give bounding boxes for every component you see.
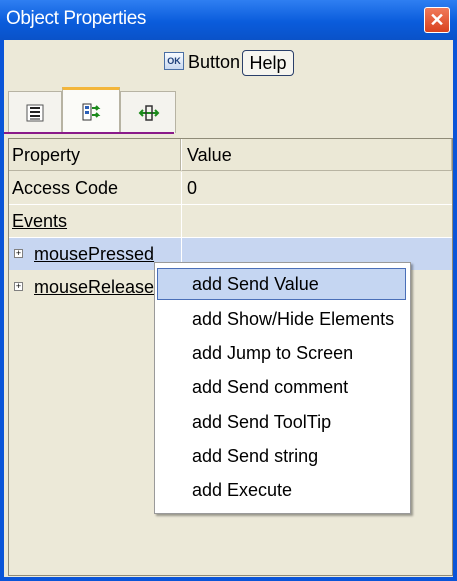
ok-button-icon: OK xyxy=(164,52,184,70)
property-value xyxy=(181,205,452,237)
column-header-value[interactable]: Value xyxy=(181,139,452,171)
menu-item-add-send-tooltip[interactable]: add Send ToolTip xyxy=(157,406,406,438)
window-title: Object Properties xyxy=(6,8,146,29)
menu-item-add-send-string[interactable]: add Send string xyxy=(157,440,406,472)
expand-icon[interactable]: + xyxy=(14,282,23,291)
help-button[interactable]: Help xyxy=(242,50,294,76)
close-icon: ✕ xyxy=(429,10,445,30)
title-bar[interactable]: Object Properties ✕ xyxy=(0,0,457,40)
tab-underline xyxy=(4,132,174,134)
menu-item-add-show-hide-elements[interactable]: add Show/Hide Elements xyxy=(157,303,406,335)
event-label-mousepressed[interactable]: mousePressed xyxy=(34,244,154,264)
move-icon xyxy=(138,105,160,121)
object-properties-window: Object Properties ✕ OK Button Help Prope… xyxy=(0,0,457,581)
object-type-label: Button xyxy=(188,52,241,72)
table-row[interactable]: Events xyxy=(9,205,452,237)
grid-header: Property Value xyxy=(9,139,452,171)
tab-events[interactable] xyxy=(62,87,120,133)
menu-item-add-send-comment[interactable]: add Send comment xyxy=(157,371,406,403)
property-name: Access Code xyxy=(12,178,119,198)
column-header-property[interactable]: Property xyxy=(9,139,181,171)
property-value[interactable]: 0 xyxy=(181,172,452,204)
event-label-mouserelease[interactable]: mouseRelease xyxy=(34,277,154,297)
events-group-label[interactable]: Events xyxy=(9,205,181,237)
list-icon xyxy=(26,104,44,122)
tab-properties[interactable] xyxy=(8,91,62,133)
context-menu: add Send Value add Show/Hide Elements ad… xyxy=(154,262,411,514)
expand-icon[interactable]: + xyxy=(14,249,23,258)
menu-item-add-send-value[interactable]: add Send Value xyxy=(157,268,406,300)
table-row[interactable]: Access Code 0 xyxy=(9,172,452,204)
tab-position[interactable] xyxy=(120,91,176,133)
menu-item-add-jump-to-screen[interactable]: add Jump to Screen xyxy=(157,337,406,369)
menu-item-add-execute[interactable]: add Execute xyxy=(157,474,406,506)
events-icon xyxy=(82,103,101,121)
close-button[interactable]: ✕ xyxy=(424,7,450,33)
